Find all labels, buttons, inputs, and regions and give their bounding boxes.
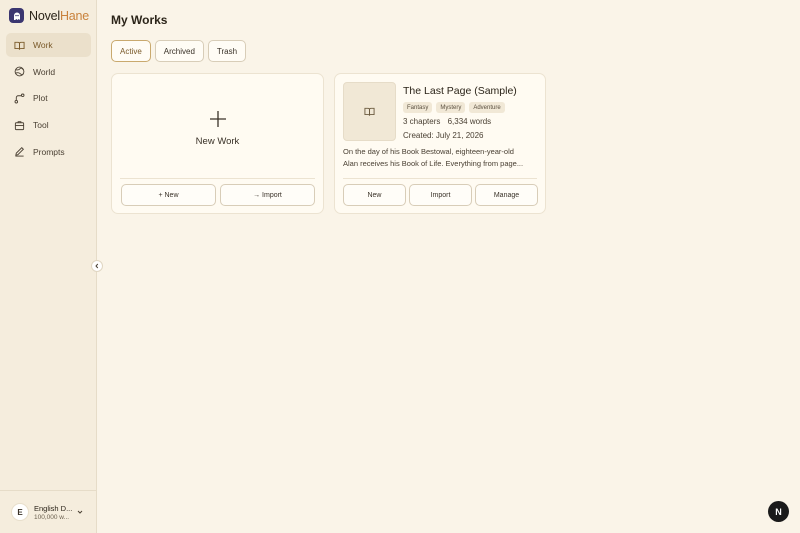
chevron-left-icon — [95, 263, 99, 269]
description-line: On the day of his Book Bestowal, eightee… — [343, 147, 514, 156]
manage-work-button[interactable]: Manage — [475, 184, 538, 206]
globe-icon — [14, 66, 25, 77]
status-tabs: Active Archived Trash — [111, 40, 250, 62]
created-date: Created: July 21, 2026 — [403, 131, 484, 140]
import-chapter-button[interactable]: Import — [409, 184, 472, 206]
book-open-icon — [364, 107, 375, 116]
sidebar: NovelHane Work World Plot Tool Prompts E… — [0, 0, 97, 533]
user-word-count: 100,000 w... — [34, 513, 70, 521]
sidebar-item-world[interactable]: World — [6, 60, 91, 84]
new-work-label: New Work — [195, 136, 240, 147]
sidebar-item-tool[interactable]: Tool — [6, 113, 91, 137]
sidebar-item-label: Plot — [33, 93, 48, 104]
word-count: 6,334 words — [447, 117, 492, 126]
genre-tag: Mystery — [436, 102, 466, 113]
chevron-down-icon — [77, 510, 83, 514]
sidebar-item-plot[interactable]: Plot — [6, 86, 91, 110]
user-info: English D... 100,000 w... — [34, 504, 72, 521]
work-title[interactable]: The Last Page (Sample) — [403, 85, 517, 97]
sidebar-item-work[interactable]: Work — [6, 33, 91, 57]
genre-tag: Adventure — [469, 102, 505, 113]
route-icon — [14, 93, 25, 104]
app-name-part2: Hane — [59, 8, 90, 23]
work-stats: 3 chapters 6,334 words — [403, 117, 491, 126]
page-title: My Works — [111, 13, 168, 27]
user-name: English D... — [34, 503, 72, 513]
ghost-logo-icon — [9, 8, 24, 23]
new-chapter-button[interactable]: New — [343, 184, 406, 206]
genre-tag: Fantasy — [403, 102, 433, 113]
card-divider — [120, 178, 315, 179]
toolbox-icon — [14, 120, 25, 130]
avatar: E — [11, 503, 29, 521]
sidebar-item-label: Prompts — [33, 146, 65, 157]
description-line: Alan receives his Book of Life. Everythi… — [343, 158, 524, 168]
sidebar-nav: Work World Plot Tool Prompts — [6, 33, 91, 166]
import-work-button[interactable]: → Import — [220, 184, 315, 206]
plus-icon — [210, 111, 226, 127]
book-open-icon — [14, 41, 25, 50]
sidebar-item-label: Work — [33, 40, 53, 50]
app-logo[interactable]: NovelHane — [9, 8, 89, 23]
user-menu[interactable]: E English D... 100,000 w... — [0, 490, 97, 533]
work-cover — [343, 82, 396, 141]
chapter-count: 3 chapters — [403, 117, 441, 126]
new-work-button[interactable]: + New — [121, 184, 216, 206]
app-name-part1: Novel — [29, 8, 60, 23]
sidebar-item-label: Tool — [33, 120, 49, 131]
tab-active[interactable]: Active — [111, 40, 151, 62]
tab-trash[interactable]: Trash — [207, 40, 247, 62]
sidebar-item-label: World — [33, 66, 56, 77]
pen-icon — [15, 147, 24, 157]
app-name: NovelHane — [29, 9, 89, 23]
nextjs-dev-badge[interactable]: N — [768, 501, 789, 522]
new-work-card[interactable]: New Work + New → Import — [111, 73, 324, 214]
work-card[interactable]: The Last Page (Sample) Fantasy Mystery A… — [334, 73, 546, 214]
work-tags: Fantasy Mystery Adventure — [403, 102, 509, 113]
work-description: On the day of his Book Bestowal, eightee… — [343, 146, 539, 169]
card-divider — [343, 178, 537, 179]
tab-archived[interactable]: Archived — [154, 40, 204, 62]
sidebar-collapse-button[interactable] — [91, 260, 103, 272]
sidebar-item-prompts[interactable]: Prompts — [6, 140, 91, 164]
